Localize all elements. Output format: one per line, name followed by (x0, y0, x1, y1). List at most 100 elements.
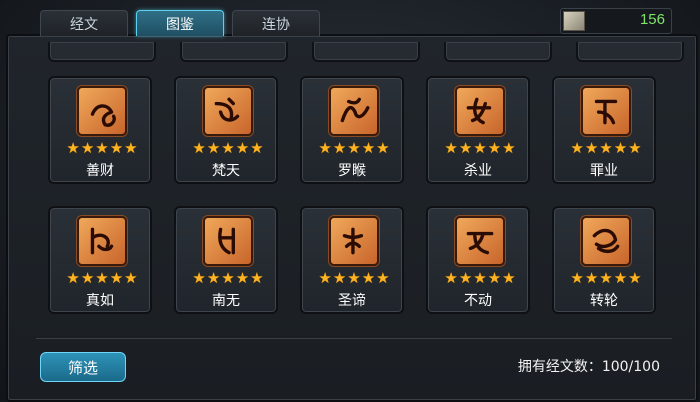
card-stub (576, 42, 684, 62)
card-name: 罗睺 (338, 163, 366, 179)
star-icon: ★ (570, 139, 584, 157)
sanskrit-glyph-icon (203, 216, 253, 266)
star-icon: ★ (473, 139, 487, 157)
star-icon: ★ (318, 139, 332, 157)
collection-card[interactable]: ★ ★ ★ ★ ★ 梵天 (174, 76, 278, 184)
star-icon: ★ (502, 269, 516, 287)
tab-collection[interactable]: 图鉴 (136, 10, 224, 36)
star-rating: ★ ★ ★ ★ ★ (58, 270, 146, 286)
star-icon: ★ (221, 139, 235, 157)
sanskrit-glyph-icon (581, 86, 631, 136)
star-icon: ★ (192, 269, 206, 287)
sanskrit-glyph-icon (77, 216, 127, 266)
star-icon: ★ (250, 269, 264, 287)
star-icon: ★ (458, 269, 473, 287)
star-icon: ★ (628, 139, 642, 157)
star-icon: ★ (66, 139, 80, 157)
sanskrit-glyph-icon (203, 86, 253, 136)
star-icon: ★ (347, 139, 361, 157)
currency-display: 156 (560, 8, 672, 34)
star-icon: ★ (599, 269, 613, 287)
card-name: 善财 (86, 163, 114, 179)
star-rating: ★ ★ ★ ★ ★ (310, 140, 398, 156)
star-rating: ★ ★ ★ ★ ★ (562, 140, 650, 156)
star-icon: ★ (109, 269, 124, 287)
card-stub (48, 42, 156, 62)
sanskrit-glyph-icon (581, 216, 631, 266)
collection-card[interactable]: ★ ★ ★ ★ ★ 圣谛 (300, 206, 404, 314)
card-stub (444, 42, 552, 62)
star-icon: ★ (206, 269, 221, 287)
star-icon: ★ (444, 269, 458, 287)
owned-count: 拥有经文数：100/100 (517, 359, 660, 375)
star-icon: ★ (628, 269, 642, 287)
star-rating: ★ ★ ★ ★ ★ (184, 270, 272, 286)
star-icon: ★ (613, 139, 628, 157)
star-icon: ★ (235, 269, 250, 287)
star-icon: ★ (570, 269, 584, 287)
sanskrit-glyph-icon (455, 86, 505, 136)
star-rating: ★ ★ ★ ★ ★ (436, 270, 524, 286)
card-name: 罪业 (590, 163, 618, 179)
star-icon: ★ (361, 139, 376, 157)
star-icon: ★ (95, 139, 109, 157)
card-name: 南无 (212, 293, 240, 309)
card-name: 杀业 (464, 163, 492, 179)
tab-bar: 经文 图鉴 连协 (40, 10, 320, 36)
card-name: 梵天 (212, 163, 240, 179)
collection-card[interactable]: ★ ★ ★ ★ ★ 杀业 (426, 76, 530, 184)
star-icon: ★ (584, 139, 599, 157)
collection-card[interactable]: ★ ★ ★ ★ ★ 罗睺 (300, 76, 404, 184)
card-name: 不动 (464, 293, 492, 309)
star-icon: ★ (80, 139, 95, 157)
star-icon: ★ (235, 139, 250, 157)
collection-card[interactable]: ★ ★ ★ ★ ★ 不动 (426, 206, 530, 314)
filter-button[interactable]: 筛选 (40, 352, 126, 382)
star-icon: ★ (347, 269, 361, 287)
star-icon: ★ (473, 269, 487, 287)
star-icon: ★ (95, 269, 109, 287)
collection-card[interactable]: ★ ★ ★ ★ ★ 善财 (48, 76, 152, 184)
collection-card[interactable]: ★ ★ ★ ★ ★ 真如 (48, 206, 152, 314)
star-icon: ★ (192, 139, 206, 157)
collection-card[interactable]: ★ ★ ★ ★ ★ 南无 (174, 206, 278, 314)
star-icon: ★ (250, 139, 264, 157)
star-rating: ★ ★ ★ ★ ★ (436, 140, 524, 156)
card-name: 转轮 (590, 293, 618, 309)
star-icon: ★ (613, 269, 628, 287)
star-rating: ★ ★ ★ ★ ★ (184, 140, 272, 156)
scroll-icon (563, 11, 585, 31)
sanskrit-glyph-icon (455, 216, 505, 266)
star-icon: ★ (332, 269, 347, 287)
card-stub (312, 42, 420, 62)
star-icon: ★ (109, 139, 124, 157)
star-icon: ★ (458, 139, 473, 157)
star-icon: ★ (361, 269, 376, 287)
star-icon: ★ (376, 269, 390, 287)
sanskrit-glyph-icon (329, 216, 379, 266)
sanskrit-glyph-icon (329, 86, 379, 136)
star-icon: ★ (206, 139, 221, 157)
star-icon: ★ (502, 139, 516, 157)
tab-combos[interactable]: 连协 (232, 10, 320, 36)
star-icon: ★ (332, 139, 347, 157)
tab-scriptures[interactable]: 经文 (40, 10, 128, 36)
currency-value: 156 (639, 11, 665, 28)
star-icon: ★ (487, 269, 502, 287)
card-name: 圣谛 (338, 293, 366, 309)
divider (36, 338, 672, 339)
star-icon: ★ (318, 269, 332, 287)
card-name: 真如 (86, 293, 114, 309)
star-icon: ★ (124, 269, 138, 287)
star-icon: ★ (80, 269, 95, 287)
collection-card[interactable]: ★ ★ ★ ★ ★ 罪业 (552, 76, 656, 184)
collection-card[interactable]: ★ ★ ★ ★ ★ 转轮 (552, 206, 656, 314)
star-icon: ★ (444, 139, 458, 157)
star-rating: ★ ★ ★ ★ ★ (562, 270, 650, 286)
star-icon: ★ (221, 269, 235, 287)
star-icon: ★ (66, 269, 80, 287)
previous-row-stubs (48, 42, 684, 62)
star-icon: ★ (487, 139, 502, 157)
star-icon: ★ (599, 139, 613, 157)
star-rating: ★ ★ ★ ★ ★ (310, 270, 398, 286)
